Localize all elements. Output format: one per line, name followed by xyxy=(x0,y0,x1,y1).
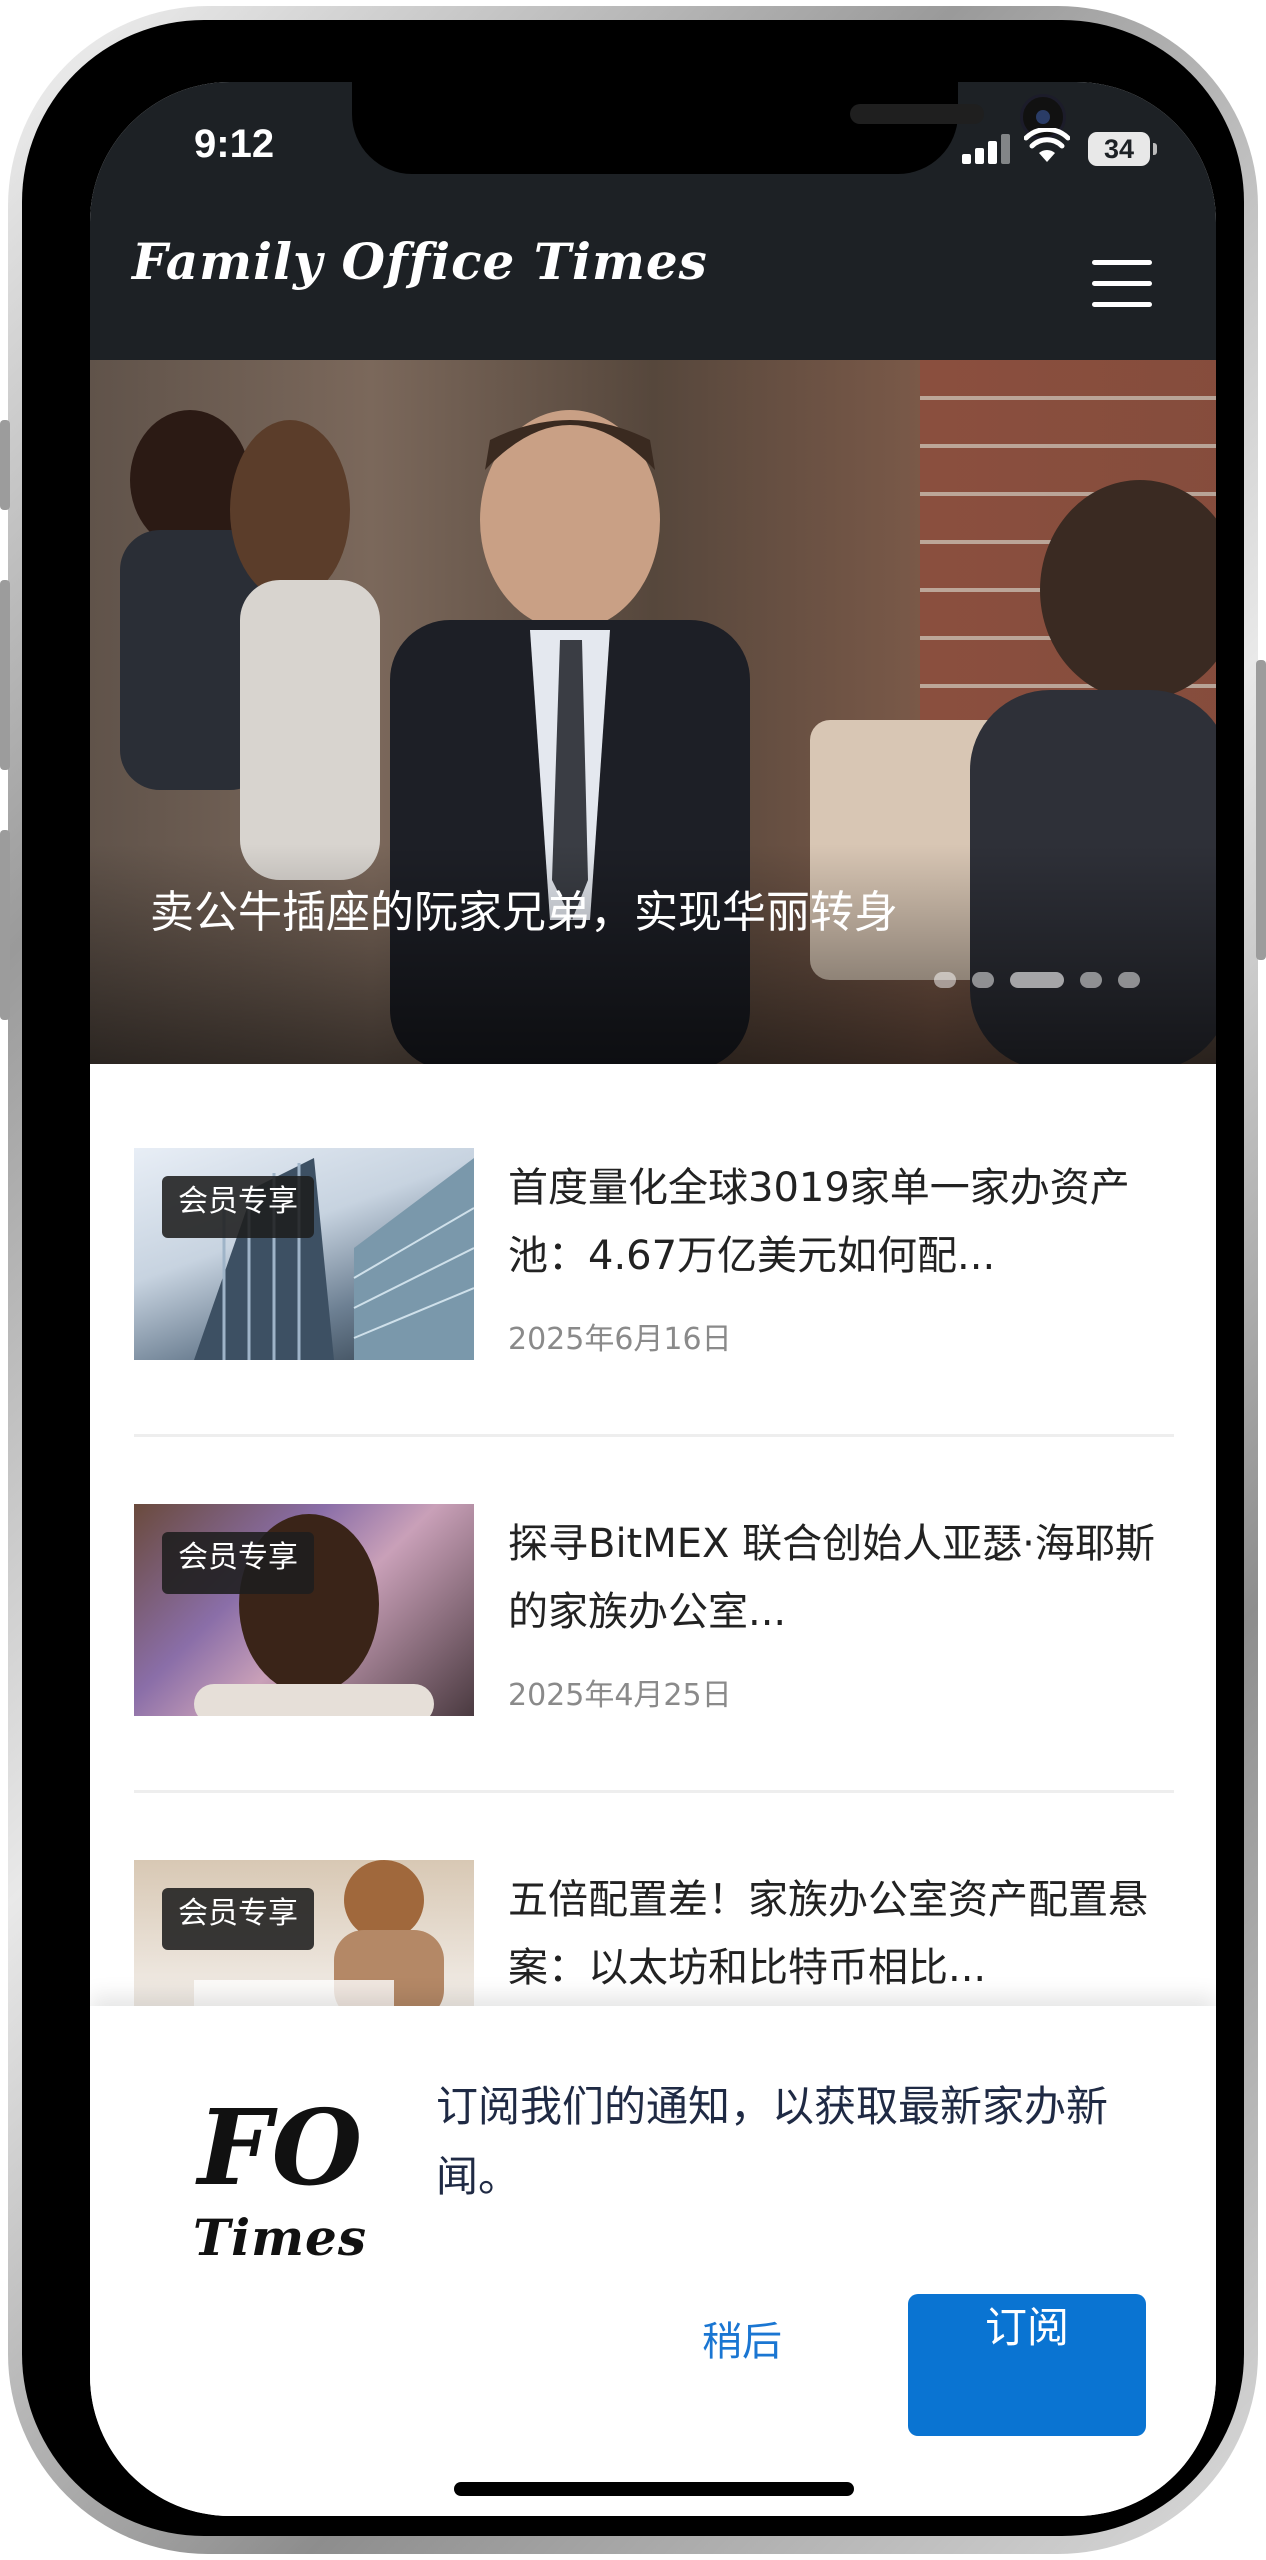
member-badge: 会员专享 xyxy=(162,1176,314,1238)
subscribe-message: 订阅我们的通知，以获取最新家办新闻。 xyxy=(436,2082,1109,2201)
menu-button[interactable] xyxy=(1092,260,1152,308)
phone-bezel: 9:12 34 Family Office Times 卖公牛插座的阮家兄弟，实… xyxy=(22,20,1244,2536)
hero-title[interactable]: 卖公牛插座的阮家兄弟，实现华丽转身 xyxy=(150,878,970,948)
side-button-volume-up xyxy=(0,580,10,770)
subscribe-prompt: FO Times 订阅我们的通知，以获取最新家办新闻。 稍后 订阅 xyxy=(90,2006,1216,2516)
hamburger-icon xyxy=(1092,260,1152,265)
side-button-power xyxy=(1256,660,1266,960)
article-title[interactable]: 探寻BitMEX 联合创始人亚瑟·海耶斯的家族办公室... xyxy=(508,1510,1178,1646)
member-badge: 会员专享 xyxy=(162,1888,314,1950)
logo-wordmark: Times xyxy=(192,2208,368,2267)
top-bar: 9:12 34 Family Office Times xyxy=(90,82,1216,360)
divider xyxy=(134,1434,1174,1437)
logo-monogram: FO xyxy=(197,2086,363,2209)
article-thumbnail: 会员专享 xyxy=(134,1504,474,1716)
subscribe-button[interactable]: 订阅 xyxy=(908,2294,1146,2436)
cellular-signal-icon xyxy=(962,134,1010,164)
battery-indicator: 34 xyxy=(1088,132,1157,166)
article-thumbnail: 会员专享 xyxy=(134,1148,474,1360)
home-indicator[interactable] xyxy=(454,2482,854,2496)
article-date: 2025年6月16日 xyxy=(508,1322,732,1357)
side-button-mute xyxy=(0,420,10,510)
member-badge: 会员专享 xyxy=(162,1532,314,1594)
site-title[interactable]: Family Office Times xyxy=(132,232,708,291)
hero-carousel[interactable]: 卖公牛插座的阮家兄弟，实现华丽转身 xyxy=(90,360,1216,1064)
article-title[interactable]: 五倍配置差！家族办公室资产配置悬案：以太坊和比特币相比... xyxy=(508,1866,1178,2002)
article-title[interactable]: 首度量化全球3019家单一家办资产池：4.67万亿美元如何配... xyxy=(508,1154,1178,1290)
side-button-volume-down xyxy=(0,830,10,1020)
article-item[interactable]: 会员专享 探寻BitMEX 联合创始人亚瑟·海耶斯的家族办公室... 2025年… xyxy=(134,1504,1174,1716)
article-date: 2025年4月25日 xyxy=(508,1678,732,1713)
fo-times-logo: FO Times xyxy=(170,2088,390,2288)
article-item[interactable]: 会员专享 首度量化全球3019家单一家办资产池：4.67万亿美元如何配... 2… xyxy=(134,1148,1174,1360)
speaker-grille xyxy=(850,104,984,124)
wifi-icon xyxy=(1024,128,1070,162)
later-button[interactable]: 稍后 xyxy=(702,2312,782,2372)
divider xyxy=(134,1790,1174,1793)
notch xyxy=(352,82,1066,174)
status-time: 9:12 xyxy=(194,122,275,166)
hero-overlay xyxy=(90,844,1216,1064)
screen: 9:12 34 Family Office Times 卖公牛插座的阮家兄弟，实… xyxy=(90,82,1216,2516)
